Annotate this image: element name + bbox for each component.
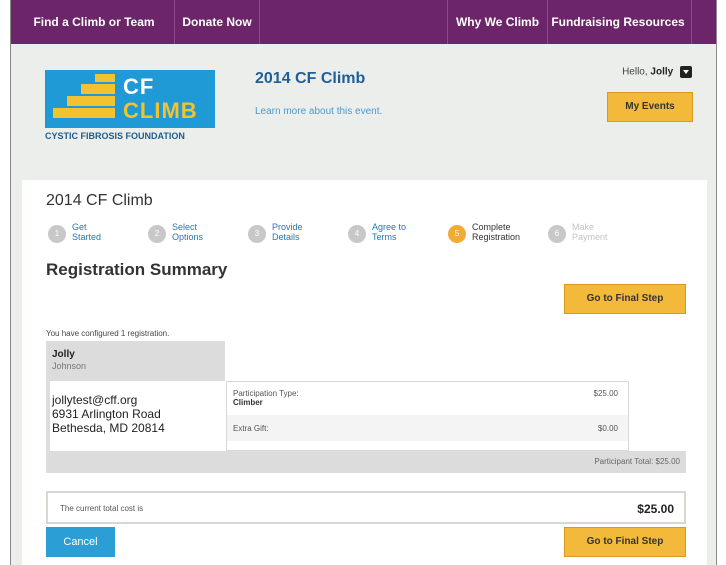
participant-total-bar: Participant Total: $25.00 bbox=[46, 451, 686, 473]
my-events-button[interactable]: My Events bbox=[607, 92, 693, 122]
step-number: 1 bbox=[48, 225, 66, 243]
extra-gift-price: $0.00 bbox=[597, 424, 618, 433]
event-header: CF CLIMB CYSTIC FIBROSIS FOUNDATION 2014… bbox=[11, 44, 716, 166]
list-item: Participation Type: Climber $25.00 bbox=[227, 382, 628, 415]
nav-fundraising-resources-link[interactable]: Fundraising Resources bbox=[548, 0, 688, 44]
logo-stair-shape bbox=[95, 74, 115, 82]
nav-why-we-climb-link[interactable]: Why We Climb bbox=[448, 0, 547, 44]
logo-stair-shape bbox=[81, 84, 115, 94]
step-label: Provide Details bbox=[272, 222, 303, 242]
learn-more-link[interactable]: Learn more about this event. bbox=[255, 106, 382, 117]
step-number: 5 bbox=[448, 225, 466, 243]
participation-type-label: Participation Type: bbox=[233, 389, 299, 398]
registrant-name-header: Jolly Johnson bbox=[46, 341, 225, 381]
step-label: Select Options bbox=[172, 222, 204, 242]
go-to-final-step-button[interactable]: Go to Final Step bbox=[564, 284, 686, 314]
user-name: Jolly bbox=[650, 66, 674, 78]
logo-climb-text: CLIMB bbox=[123, 98, 198, 123]
step-label: Make Payment bbox=[572, 222, 608, 242]
logo-foundation-text: CYSTIC FIBROSIS FOUNDATION bbox=[45, 131, 185, 141]
window-frame-right bbox=[716, 0, 717, 565]
registrant-contact: jollytest@cff.org 6931 Arlington Road Be… bbox=[52, 393, 165, 435]
nav-separator bbox=[259, 0, 260, 44]
registration-items: Participation Type: Climber $25.00 Extra… bbox=[226, 381, 629, 451]
registrant-border bbox=[46, 381, 50, 451]
logo-stair-shape bbox=[67, 96, 115, 106]
registrant-address-line2: Bethesda, MD 20814 bbox=[52, 421, 165, 435]
configured-count-text: You have configured 1 registration. bbox=[46, 329, 170, 338]
section-title: Registration Summary bbox=[46, 260, 228, 279]
registrant-first-name: Jolly bbox=[52, 349, 75, 360]
step-number: 3 bbox=[248, 225, 266, 243]
step-label: Get Started bbox=[72, 222, 102, 242]
total-cost-box: The current total cost is $25.00 bbox=[46, 491, 686, 524]
nav-donate-link[interactable]: Donate Now bbox=[175, 0, 259, 44]
logo-cf-text: CF bbox=[123, 74, 155, 99]
step-number: 4 bbox=[348, 225, 366, 243]
extra-gift-label: Extra Gift: bbox=[233, 424, 269, 433]
total-cost-amount: $25.00 bbox=[637, 502, 674, 516]
step-number: 6 bbox=[548, 225, 566, 243]
nav-find-climb-link[interactable]: Find a Climb or Team bbox=[17, 0, 171, 44]
page-title: 2014 CF Climb bbox=[46, 192, 153, 209]
registrant-address-line1: 6931 Arlington Road bbox=[52, 407, 161, 421]
participation-type-value: Climber bbox=[233, 398, 263, 407]
logo-stair-shape bbox=[53, 108, 115, 118]
event-title: 2014 CF Climb bbox=[255, 70, 366, 87]
cancel-button[interactable]: Cancel bbox=[46, 527, 115, 557]
greeting-prefix: Hello, bbox=[622, 66, 648, 78]
participation-type-price: $25.00 bbox=[593, 389, 618, 398]
user-greeting[interactable]: Hello, Jolly bbox=[622, 66, 692, 78]
nav-separator bbox=[691, 0, 692, 44]
step-number: 2 bbox=[148, 225, 166, 243]
registrant-email: jollytest@cff.org bbox=[52, 393, 138, 407]
cf-climb-logo[interactable]: CF CLIMB CYSTIC FIBROSIS FOUNDATION bbox=[45, 70, 215, 142]
chevron-down-icon[interactable] bbox=[680, 66, 692, 78]
top-nav: Find a Climb or Team Donate Now Why We C… bbox=[11, 0, 716, 44]
total-cost-label: The current total cost is bbox=[60, 504, 144, 513]
registrant-last-name: Johnson bbox=[52, 361, 87, 371]
step-label: Agree to Terms bbox=[372, 222, 407, 242]
step-label: Complete Registration bbox=[472, 222, 521, 242]
list-item: Extra Gift: $0.00 bbox=[227, 415, 628, 441]
participant-total: Participant Total: $25.00 bbox=[594, 457, 680, 466]
go-to-final-step-button-bottom[interactable]: Go to Final Step bbox=[564, 527, 686, 557]
